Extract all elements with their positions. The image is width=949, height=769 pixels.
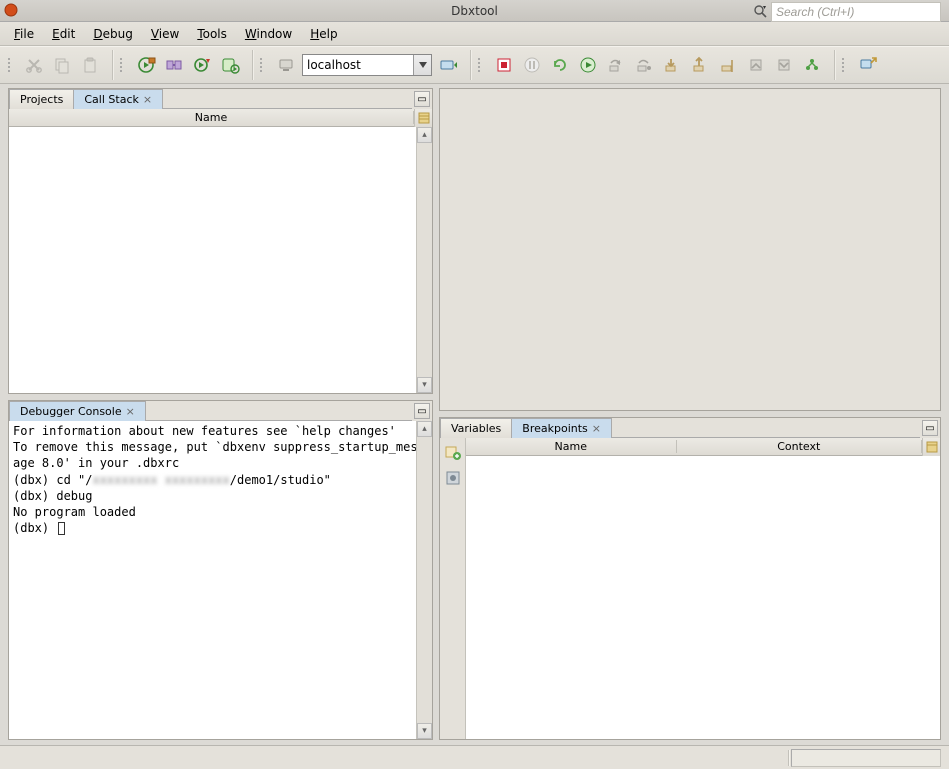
scroll-down-icon[interactable]: ▾ <box>417 723 432 739</box>
cut-button[interactable] <box>22 53 46 77</box>
app-icon <box>4 3 18 17</box>
toolbar-grip-2[interactable] <box>118 51 126 79</box>
run-group <box>486 53 830 77</box>
threads-button[interactable] <box>800 53 824 77</box>
menu-file[interactable]: File <box>6 24 42 44</box>
column-chooser-button[interactable] <box>414 109 432 127</box>
callstack-panel: Projects Call Stack × ▭ Name ▴ ▾ <box>8 88 433 394</box>
breakpoints-table[interactable]: Name Context <box>466 438 940 739</box>
panel-minimize-button[interactable]: ▭ <box>414 403 430 419</box>
combo-arrow-icon[interactable] <box>413 55 431 75</box>
host-connect-button[interactable] <box>436 53 460 77</box>
copy-button[interactable] <box>50 53 74 77</box>
status-bar <box>0 745 949 769</box>
statusbar-well <box>791 749 941 767</box>
tab-callstack[interactable]: Call Stack × <box>73 89 163 109</box>
debug-project-button[interactable] <box>134 53 158 77</box>
statusbar-divider <box>788 750 789 766</box>
menu-edit[interactable]: Edit <box>44 24 83 44</box>
search-icon[interactable] <box>751 2 771 22</box>
breakpoints-header: Name Context <box>466 438 940 456</box>
column-chooser-button[interactable] <box>922 438 940 456</box>
manage-breakpoints-button[interactable] <box>443 468 463 488</box>
menu-tools[interactable]: Tools <box>189 24 235 44</box>
toolbar-grip[interactable] <box>6 51 14 79</box>
host-combo[interactable]: localhost <box>302 54 432 76</box>
editor-area[interactable] <box>439 88 941 411</box>
console-output[interactable]: For information about new features see `… <box>9 421 432 739</box>
scroll-up-icon[interactable]: ▴ <box>417 421 432 437</box>
search-input[interactable] <box>771 2 941 22</box>
host-group: localhost <box>268 53 466 77</box>
tab-debugger-console-label: Debugger Console <box>20 405 122 418</box>
step-out-button[interactable] <box>688 53 712 77</box>
tab-callstack-label: Call Stack <box>84 93 138 106</box>
pause-button[interactable] <box>520 53 544 77</box>
debug-exe-button[interactable] <box>190 53 214 77</box>
breakpoints-toolbar <box>440 438 466 739</box>
toolbar-grip-5[interactable] <box>840 51 848 79</box>
window-title: Dbxtool <box>451 4 498 18</box>
tab-variables-label: Variables <box>451 422 501 435</box>
make-callee-current-button[interactable] <box>772 53 796 77</box>
panel-minimize-button[interactable]: ▭ <box>922 420 938 436</box>
step-over-button[interactable] <box>604 53 628 77</box>
breakpoints-panel: Variables Breakpoints × ▭ Name Context <box>439 417 941 740</box>
close-icon[interactable]: × <box>143 93 152 106</box>
run-to-cursor-button[interactable] <box>716 53 740 77</box>
scroll-down-icon[interactable]: ▾ <box>417 377 432 393</box>
panel-minimize-button[interactable]: ▭ <box>414 91 430 107</box>
continue-button[interactable] <box>576 53 600 77</box>
stop-button[interactable] <box>492 53 516 77</box>
bp-name-header[interactable]: Name <box>466 440 677 453</box>
callstack-name-header[interactable]: Name <box>9 111 414 124</box>
menu-debug[interactable]: Debug <box>85 24 140 44</box>
step-into-button[interactable] <box>660 53 684 77</box>
callstack-header: Name <box>9 109 432 127</box>
add-breakpoint-button[interactable] <box>443 442 463 462</box>
close-icon[interactable]: × <box>126 405 135 418</box>
host-combo-value: localhost <box>307 58 361 72</box>
debug-group-1 <box>128 53 248 77</box>
menu-help[interactable]: Help <box>302 24 345 44</box>
menu-view[interactable]: View <box>143 24 187 44</box>
callstack-body[interactable] <box>9 127 432 393</box>
tab-variables[interactable]: Variables <box>440 418 512 438</box>
close-icon[interactable]: × <box>592 422 601 435</box>
attach-button[interactable] <box>162 53 186 77</box>
tab-debugger-console[interactable]: Debugger Console × <box>9 401 146 421</box>
tab-breakpoints[interactable]: Breakpoints × <box>511 418 612 438</box>
menu-bar: File Edit Debug View Tools Window Help <box>0 22 949 46</box>
toolbar: localhost <box>0 46 949 84</box>
edit-group <box>16 53 108 77</box>
scroll-up-icon[interactable]: ▴ <box>417 127 432 143</box>
paste-button[interactable] <box>78 53 102 77</box>
host-icon-button[interactable] <box>274 53 298 77</box>
scrollbar[interactable]: ▴ ▾ <box>416 127 432 393</box>
menu-window[interactable]: Window <box>237 24 300 44</box>
scrollbar[interactable]: ▴ ▾ <box>416 421 432 739</box>
step-over-expr-button[interactable] <box>632 53 656 77</box>
debug-core-button[interactable] <box>218 53 242 77</box>
tab-projects[interactable]: Projects <box>9 89 74 109</box>
detach-button[interactable] <box>856 53 880 77</box>
toolbar-grip-4[interactable] <box>476 51 484 79</box>
restart-button[interactable] <box>548 53 572 77</box>
tab-breakpoints-label: Breakpoints <box>522 422 588 435</box>
make-caller-current-button[interactable] <box>744 53 768 77</box>
toolbar-grip-3[interactable] <box>258 51 266 79</box>
bp-context-header[interactable]: Context <box>677 440 922 453</box>
tab-projects-label: Projects <box>20 93 63 106</box>
debugger-console-panel: Debugger Console × ▭ For information abou… <box>8 400 433 740</box>
